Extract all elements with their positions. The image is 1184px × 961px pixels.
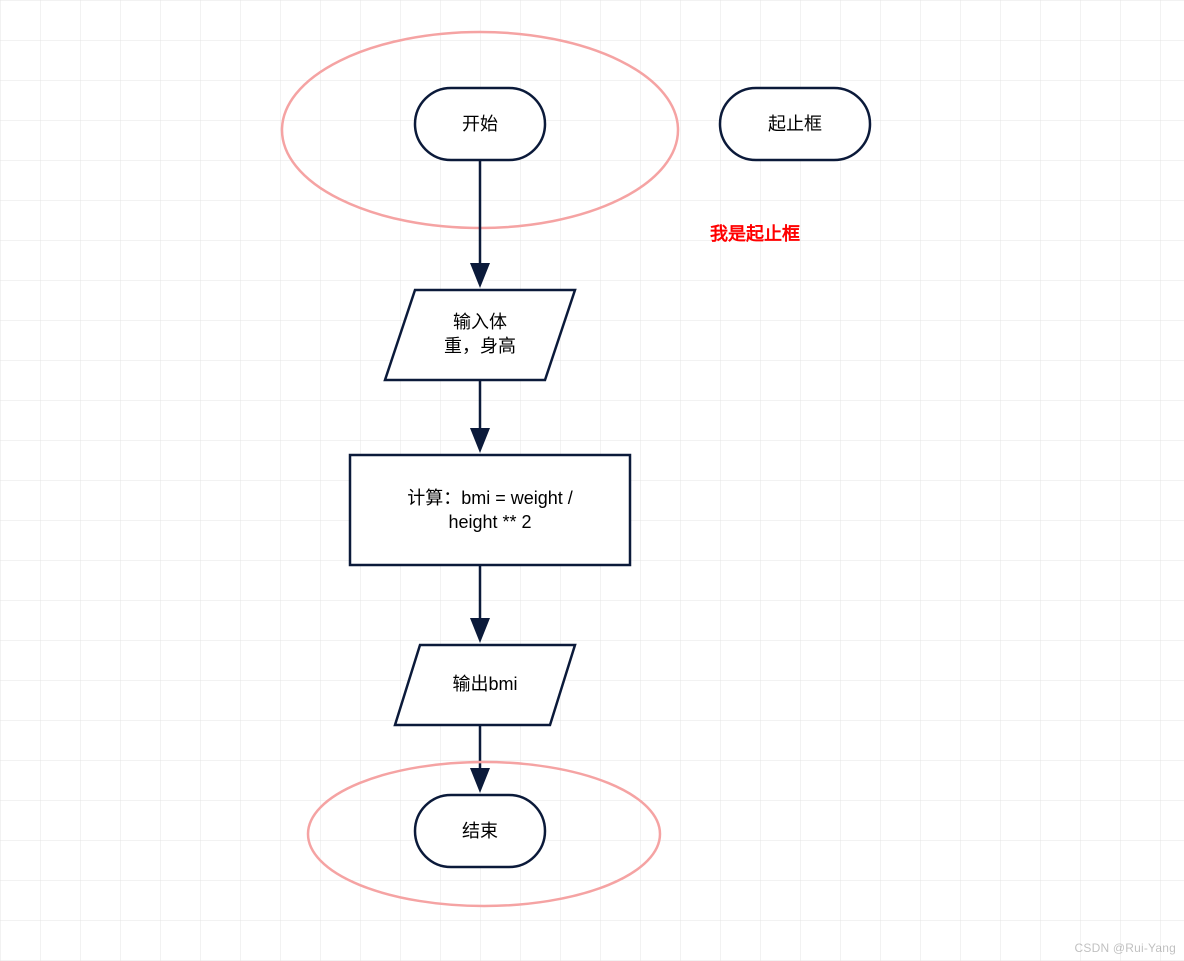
flowchart-svg (0, 0, 1184, 961)
start-label: 开始 (415, 112, 545, 136)
input-label: 输入体 重，身高 (400, 310, 560, 359)
annotation-text: 我是起止框 (710, 222, 870, 246)
output-label: 输出bmi (405, 672, 565, 696)
watermark: CSDN @Rui-Yang (1075, 941, 1176, 955)
end-label: 结束 (415, 819, 545, 843)
process-label: 计算：bmi = weight / height ** 2 (350, 486, 630, 535)
legend-terminal-label: 起止框 (720, 112, 870, 136)
diagram-canvas: 开始 起止框 我是起止框 输入体 重，身高 计算：bmi = weight / … (0, 0, 1184, 961)
